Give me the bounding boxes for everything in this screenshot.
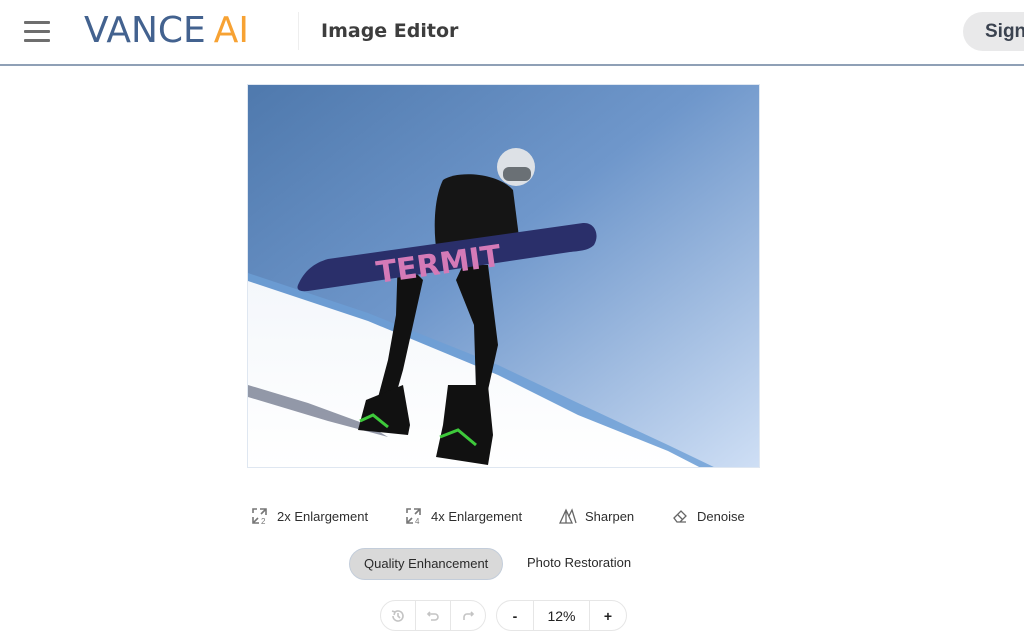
tool-denoise[interactable]: Denoise [671, 505, 745, 527]
tool-label: 2x Enlargement [277, 508, 369, 524]
redo-button[interactable] [451, 601, 485, 630]
header-divider [298, 12, 299, 50]
eraser-icon [673, 510, 687, 523]
snowboarder-photo: TERMIT [248, 85, 759, 467]
undo-button[interactable] [416, 601, 451, 630]
tool-4x-enlargement[interactable]: 4 4x Enlargement [405, 505, 522, 527]
mode-tabs: Quality Enhancement Photo Restoration [0, 548, 1024, 580]
tool-sharpen[interactable]: Sharpen [559, 505, 634, 527]
history-button[interactable] [381, 601, 416, 630]
top-header: VANCE AI Image Editor Sign [0, 0, 1024, 66]
logo-text-ai: AI [213, 10, 250, 51]
tab-photo-restoration[interactable]: Photo Restoration [513, 548, 645, 580]
image-canvas[interactable]: TERMIT [247, 84, 760, 468]
svg-text:4: 4 [415, 517, 420, 525]
zoom-in-button[interactable]: + [590, 601, 626, 630]
redo-icon [463, 610, 475, 620]
tool-label: Denoise [697, 508, 745, 524]
enhancement-tools: 2 2x Enlargement 4 4x Enlargement Sharpe… [0, 505, 1024, 527]
history-icon [391, 609, 404, 622]
sign-in-button[interactable]: Sign [963, 12, 1024, 51]
tool-label: Sharpen [585, 508, 635, 524]
hamburger-icon[interactable] [24, 21, 50, 43]
history-controls [380, 600, 486, 631]
zoom-out-button[interactable]: - [497, 601, 534, 630]
undo-icon [426, 610, 439, 621]
tool-2x-enlargement[interactable]: 2 2x Enlargement [251, 505, 368, 527]
vance-ai-logo[interactable]: VANCE AI [84, 11, 249, 51]
sharpen-icon [559, 508, 577, 524]
tab-quality-enhancement[interactable]: Quality Enhancement [349, 548, 504, 580]
enlarge-4x-icon: 4 [406, 508, 421, 525]
logo-text-vance: VANCE [84, 10, 206, 51]
app-title: Image Editor [321, 20, 459, 42]
enlarge-2x-icon: 2 [252, 508, 267, 525]
tool-label: 4x Enlargement [431, 508, 523, 524]
svg-text:2: 2 [261, 517, 266, 525]
zoom-level: 12% [534, 601, 590, 630]
zoom-controls: - 12% + [496, 600, 627, 631]
